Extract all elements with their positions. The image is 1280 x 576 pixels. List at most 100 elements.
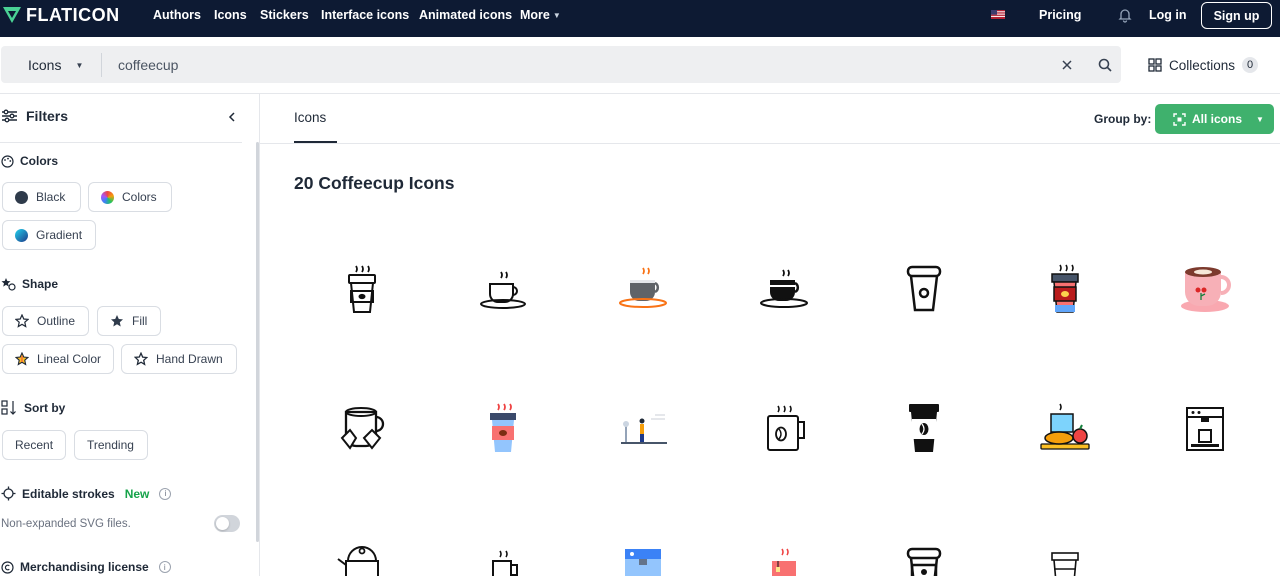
filters-divider	[0, 142, 242, 143]
teapot-outline-icon[interactable]	[332, 539, 392, 576]
tab-icons[interactable]: Icons	[294, 110, 326, 125]
results-title: 20 Coffeecup Icons	[294, 173, 455, 193]
group-by-label: Group by:	[1094, 112, 1152, 126]
filter-gradient-label: Gradient	[36, 228, 83, 242]
takeaway-cup-outline-icon[interactable]	[332, 258, 392, 318]
takeaway-cup-thin-icon[interactable]	[1035, 539, 1095, 576]
coffee-scene-icon[interactable]	[613, 398, 673, 458]
signup-button[interactable]: Sign up	[1201, 2, 1272, 29]
nav-icons[interactable]: Icons	[214, 8, 247, 22]
filter-fill[interactable]: Fill	[97, 306, 161, 336]
coffee-cup-black-icon[interactable]	[754, 258, 814, 318]
editable-strokes-toggle[interactable]	[214, 515, 240, 532]
black-swatch-icon	[15, 190, 28, 204]
search-divider	[101, 53, 102, 77]
filter-gradient[interactable]: Gradient	[2, 220, 96, 250]
collections-button[interactable]: Collections 0	[1148, 57, 1259, 73]
takeaway-cup-flat-icon[interactable]	[473, 398, 533, 458]
flaticon-logo[interactable]: FLATICON	[2, 4, 120, 26]
colors-title: Colors	[20, 154, 59, 168]
editable-strokes-title: Editable strokes New i	[1, 486, 172, 501]
filter-lineal-color[interactable]: Lineal Color	[2, 344, 114, 374]
nav-more-dropdown[interactable]: More ▼	[520, 8, 561, 22]
coffee-cup-gray-icon[interactable]	[613, 258, 673, 318]
chevron-down-icon: ▼	[75, 60, 84, 70]
editable-strokes-label: Editable strokes	[22, 486, 115, 501]
nav-stickers[interactable]: Stickers	[260, 8, 309, 22]
copyright-icon	[1, 560, 14, 574]
star-lineal-color-icon	[15, 352, 29, 366]
filter-lineal-color-label: Lineal Color	[36, 352, 101, 366]
login-link[interactable]: Log in	[1149, 8, 1187, 22]
sort-section-title: Sort by	[1, 400, 65, 415]
tea-cup-color-icon[interactable]	[754, 539, 814, 576]
sidebar-scrollbar[interactable]	[256, 142, 259, 542]
nav-more-label: More	[520, 8, 550, 22]
filters-header: Filters	[1, 108, 68, 124]
filters-title: Filters	[26, 108, 69, 124]
sort-icon	[1, 400, 16, 415]
chevron-left-icon[interactable]	[226, 110, 238, 124]
merch-license-label: Merchandising license	[20, 560, 149, 574]
sort-recent[interactable]: Recent	[2, 430, 66, 460]
takeaway-cup-color-icon[interactable]	[1035, 258, 1095, 318]
pink-cup-icon[interactable]	[1175, 258, 1235, 318]
sliders-icon	[2, 109, 17, 123]
clear-search-icon[interactable]	[1060, 58, 1074, 72]
filter-hand-drawn[interactable]: Hand Drawn	[121, 344, 237, 374]
search-bar: Icons ▼	[1, 46, 1121, 83]
coffee-machine-color-icon[interactable]	[613, 539, 673, 576]
takeaway-cup-bold-icon[interactable]	[894, 539, 954, 576]
crosshair-icon	[1, 486, 16, 501]
filter-colors[interactable]: Colors	[88, 182, 172, 212]
chevron-down-icon: ▼	[552, 10, 561, 20]
gradient-swatch-icon	[15, 228, 28, 242]
espresso-machine-icon[interactable]	[1175, 398, 1235, 458]
takeaway-cup-bean-icon[interactable]	[894, 398, 954, 458]
merch-license-title: Merchandising license i	[1, 560, 171, 574]
star-outline-icon	[15, 314, 29, 328]
shape-title: Shape	[22, 277, 59, 291]
collections-grid-icon	[1148, 58, 1162, 72]
nav-animated-icons[interactable]: Animated icons	[419, 8, 512, 22]
star-fill-icon	[111, 315, 123, 327]
tabs-divider	[260, 143, 1280, 144]
info-icon[interactable]: i	[159, 487, 172, 500]
collections-count-badge: 0	[1242, 57, 1259, 73]
flaticon-logo-icon	[3, 7, 21, 23]
coffee-cup-saucer-outline-icon[interactable]	[473, 258, 533, 318]
shape-section-title: Shape	[1, 277, 58, 291]
search-type-select[interactable]: Icons ▼	[28, 57, 83, 73]
filter-outline-label: Outline	[37, 314, 76, 328]
search-type-label: Icons	[28, 57, 62, 73]
chevron-down-icon: ▼	[1256, 114, 1264, 124]
info-icon[interactable]: i	[158, 561, 171, 573]
hand-drawn-mug-icon[interactable]	[332, 398, 392, 458]
collections-label: Collections	[1169, 57, 1236, 73]
nav-authors[interactable]: Authors	[153, 8, 201, 22]
bell-icon[interactable]	[1117, 7, 1133, 23]
colors-section-title: Colors	[1, 154, 58, 168]
mug-bean-outline-icon[interactable]	[754, 398, 814, 458]
group-by-value: All icons	[1192, 112, 1243, 126]
mug-small-outline-icon[interactable]	[473, 539, 533, 576]
nav-pricing[interactable]: Pricing	[1039, 8, 1081, 22]
multicolor-swatch-icon	[101, 190, 114, 204]
filter-black-label: Black	[36, 190, 66, 204]
sort-title: Sort by	[24, 400, 66, 415]
search-icon[interactable]	[1097, 57, 1113, 73]
nav-interface-icons[interactable]: Interface icons	[321, 8, 409, 22]
breakfast-tray-icon[interactable]	[1035, 398, 1095, 458]
filter-black[interactable]: Black	[2, 182, 81, 212]
group-by-dropdown[interactable]: All icons ▼	[1155, 104, 1274, 134]
filter-outline[interactable]: Outline	[2, 306, 89, 336]
takeaway-cup-line-icon[interactable]	[894, 258, 954, 318]
sort-trending[interactable]: Trending	[74, 430, 148, 460]
filter-colors-label: Colors	[122, 190, 157, 204]
top-navbar: FLATICON Authors Icons Stickers Interfac…	[0, 0, 1280, 37]
brand-name: FLATICON	[26, 4, 120, 25]
editable-strokes-note: Non-expanded SVG files.	[1, 518, 131, 530]
search-input[interactable]	[111, 52, 1011, 78]
shapes-icon	[1, 278, 16, 291]
us-flag-icon[interactable]	[991, 10, 1005, 19]
